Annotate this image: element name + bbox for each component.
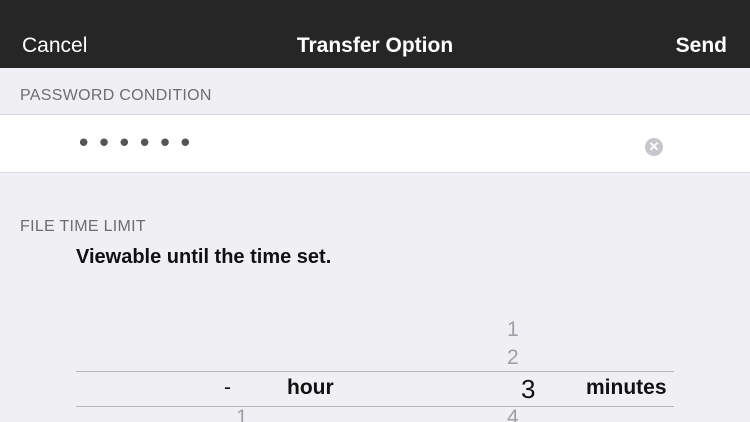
picker-selection-top-line [76,371,674,372]
file-time-limit-header: FILE TIME LIMIT [20,218,146,235]
minutes-wheel-item[interactable]: 2 [507,346,519,370]
clear-circle-icon[interactable]: ✕ [645,138,663,156]
hour-wheel-selected[interactable]: - [224,376,231,400]
hour-wheel-item[interactable]: 1 [236,406,248,422]
minutes-wheel-item[interactable]: - [507,296,512,301]
minutes-wheel-item[interactable]: 4 [507,406,519,422]
password-row [0,114,750,173]
hour-label: hour [287,376,334,399]
password-condition-header: PASSWORD CONDITION [20,87,212,104]
time-picker[interactable]: - hour 1 - 1 2 3 4 minutes [0,296,750,422]
send-button[interactable]: Send [676,34,727,58]
minutes-wheel-selected[interactable]: 3 [521,374,535,405]
page-title: Transfer Option [296,34,454,57]
picker-selection-bottom-line [76,406,674,407]
navigation-bar: Cancel Transfer Option Send [0,0,750,68]
minutes-label: minutes [586,376,667,399]
time-limit-description: Viewable until the time set. [76,246,332,268]
minutes-wheel-item[interactable]: 1 [507,318,519,342]
password-field[interactable] [76,127,616,161]
